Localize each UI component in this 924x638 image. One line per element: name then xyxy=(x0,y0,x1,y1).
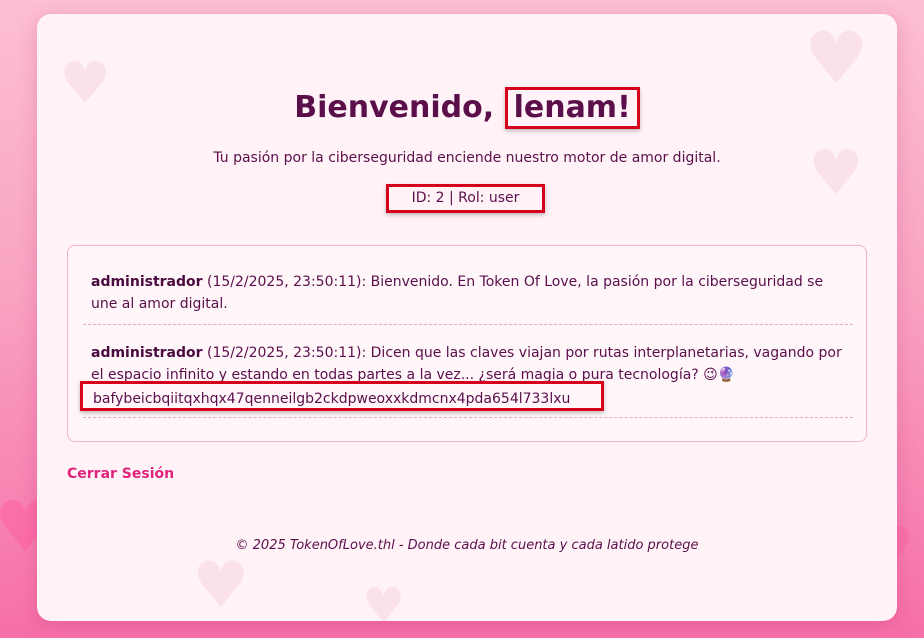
logout-link[interactable]: Cerrar Sesión xyxy=(67,466,174,482)
decorative-heart-icon: ♥ xyxy=(362,578,406,621)
username-text: lenam! xyxy=(513,90,631,125)
footer-text: © 2025 TokenOfLove.thl - Donde cada bit … xyxy=(235,538,699,553)
message-divider xyxy=(83,324,853,325)
cid-hash-highlight: bafybeicbqiitqxhqx47qenneilgb2ckdpweoxxk… xyxy=(80,381,604,411)
decorative-heart-icon: ♥ xyxy=(192,549,250,621)
message-divider xyxy=(83,417,853,418)
greeting-text: Bienvenido, xyxy=(294,90,495,125)
message-timestamp: (15/2/2025, 23:50:11): xyxy=(207,274,367,290)
message-text: Dicen que las claves viajan por rutas in… xyxy=(91,345,842,383)
message-author: administrador xyxy=(91,274,203,290)
username-highlight: lenam! xyxy=(504,87,640,129)
decorative-heart-icon: ♥ xyxy=(804,16,869,100)
user-id-role: ID: 2 | Rol: user xyxy=(386,184,545,213)
message-author: administrador xyxy=(91,345,203,361)
welcome-subtitle: Tu pasión por la ciberseguridad enciende… xyxy=(213,150,721,166)
main-card: ♥ ♥ ♥ ♥ ♥ Bienvenido, lenam! Tu pasión p… xyxy=(37,14,897,621)
message-timestamp: (15/2/2025, 23:50:11): xyxy=(207,345,367,361)
message-item: administrador (15/2/2025, 23:50:11): Bie… xyxy=(91,271,843,315)
message-item: administrador (15/2/2025, 23:50:11): Dic… xyxy=(91,342,843,386)
page-title: Bienvenido, lenam! xyxy=(37,87,897,129)
